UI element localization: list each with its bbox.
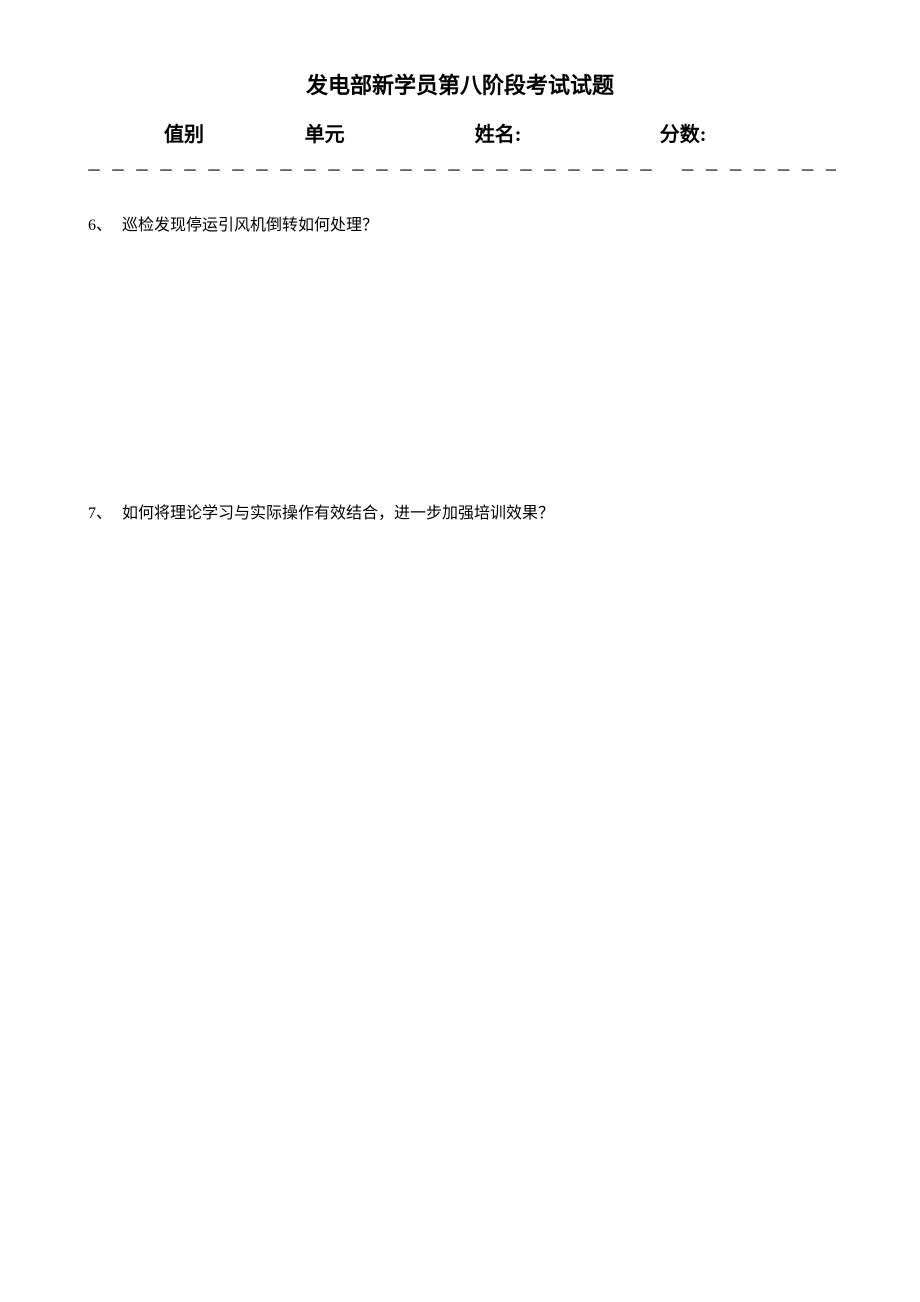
question-7: 7、 如何将理论学习与实际操作有效结合，进一步加强培训效果？ <box>84 499 836 523</box>
question-6-text: 巡检发现停运引风机倒转如何处理？ <box>122 217 378 234</box>
question-7-text: 如何将理论学习与实际操作有效结合，进一步加强培训效果？ <box>122 505 554 522</box>
field-zhibie: 值别 <box>164 118 305 147</box>
header-row: 值别 单元 姓名: 分数: <box>84 118 836 147</box>
question-6: 6、 巡检发现停运引风机倒转如何处理？ <box>84 211 836 235</box>
exam-title: 发电部新学员第八阶段考试试题 <box>84 68 836 100</box>
divider-line: －－－－－－－－－－－－－－－－－－－－－－－－ －－－－－－－－－－－－－－ … <box>84 157 836 181</box>
question-6-number: 6、 <box>88 217 112 234</box>
field-xingming: 姓名: <box>475 118 660 147</box>
question-7-number: 7、 <box>88 505 112 522</box>
field-danyuan: 单元 <box>305 118 475 147</box>
field-fenshu: 分数: <box>660 118 756 147</box>
